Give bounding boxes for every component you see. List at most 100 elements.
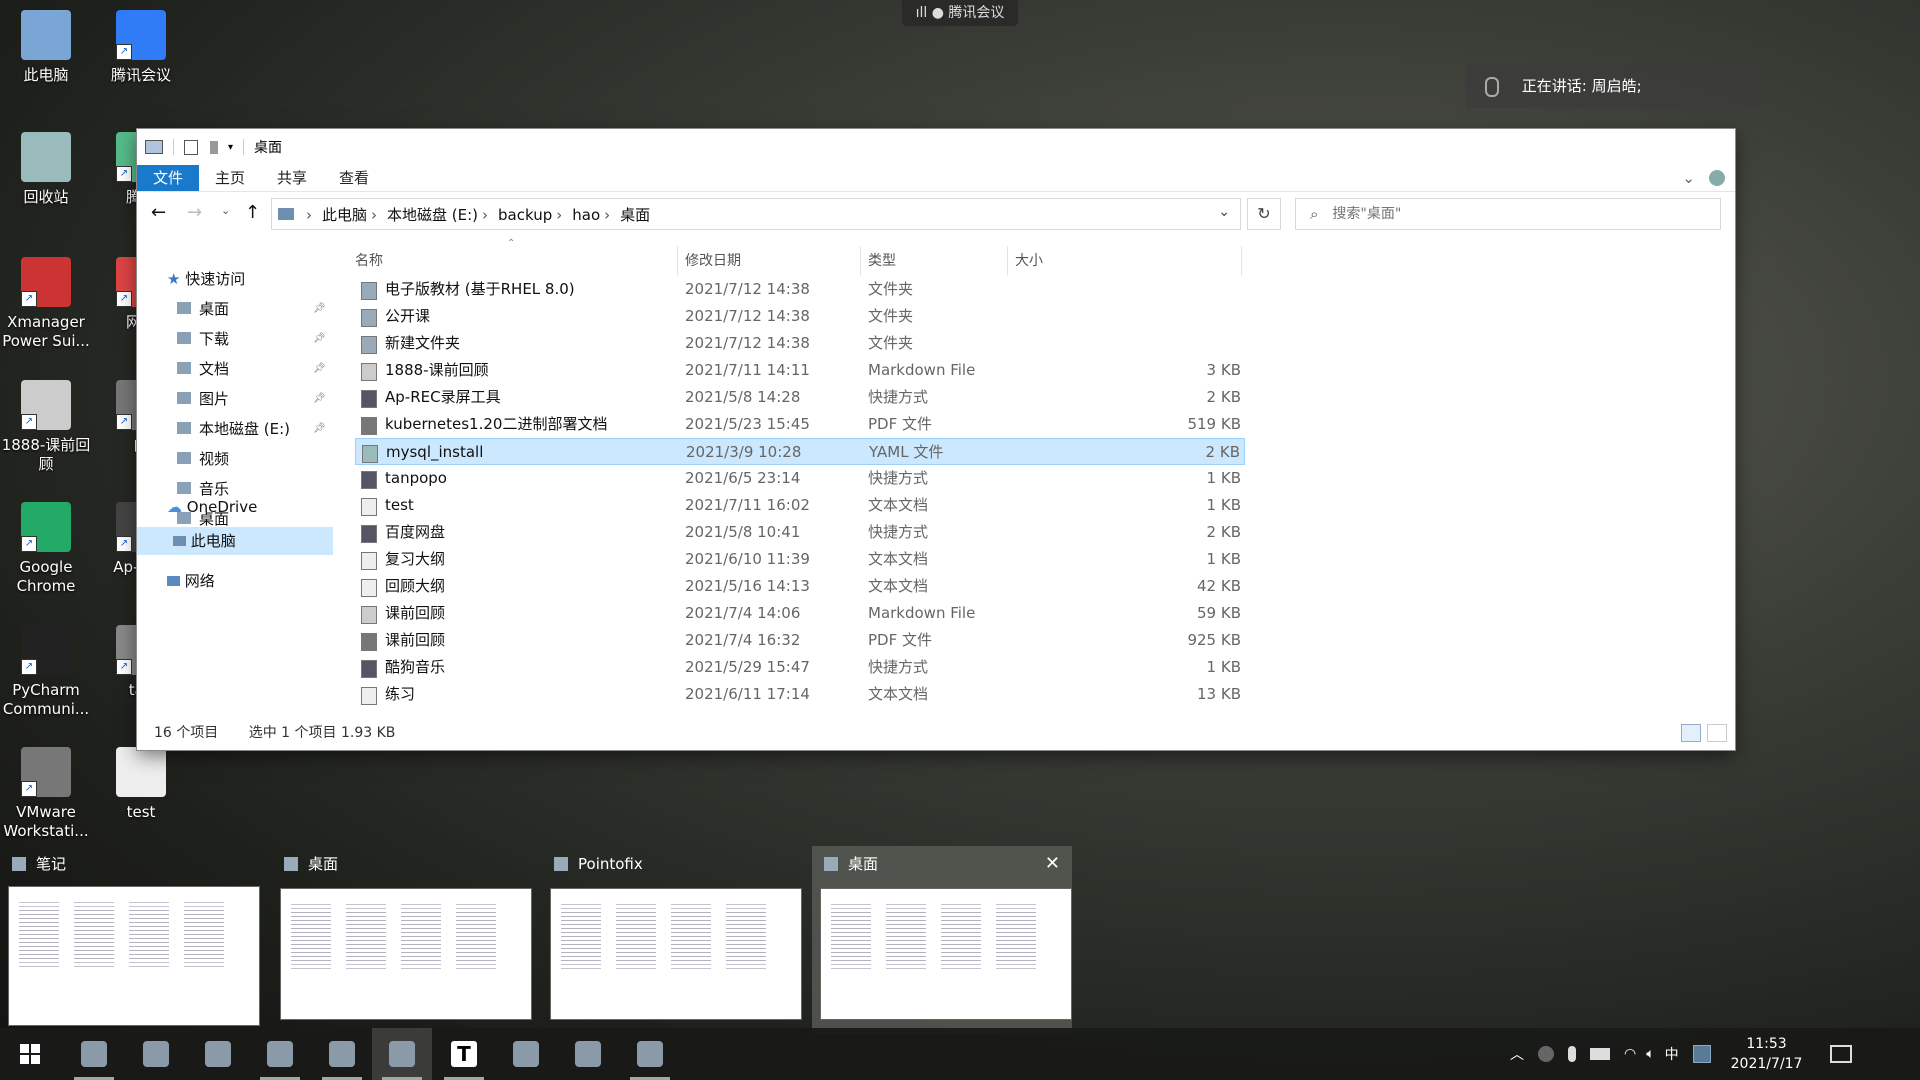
task-view-thumbnail[interactable]: Pointofix: [542, 846, 802, 1034]
nav-onedrive[interactable]: ☁ OneDrive: [167, 493, 257, 521]
nav-item[interactable]: 桌面: [177, 295, 229, 323]
file-row[interactable]: 课前回顾 2021/7/4 16:32 PDF 文件 925 KB: [355, 627, 1245, 654]
quick-toolbar-dropdown-icon[interactable]: ▾: [228, 142, 233, 153]
breadcrumb-item[interactable]: backup: [498, 206, 552, 224]
title-bar[interactable]: ▾ 桌面: [137, 129, 1735, 165]
details-view-icon[interactable]: [1681, 724, 1701, 742]
column-date[interactable]: 修改日期: [685, 246, 741, 276]
desktop-icon-pycharm[interactable]: ↗ PyCharm Communi...: [0, 625, 92, 719]
taskbar-button[interactable]: [372, 1028, 432, 1080]
help-icon[interactable]: [1709, 170, 1725, 186]
nav-item[interactable]: 下载: [177, 325, 229, 353]
desktop-icon-test[interactable]: test: [95, 747, 187, 822]
nav-item[interactable]: 视频: [177, 445, 229, 473]
taskbar-button[interactable]: [496, 1028, 556, 1080]
show-hidden-icons-icon[interactable]: ︿: [1510, 1044, 1524, 1064]
close-icon[interactable]: ✕: [1045, 846, 1060, 882]
task-view-thumbnail[interactable]: 桌面: [272, 846, 532, 1034]
file-row[interactable]: test 2021/7/11 16:02 文本文档 1 KB: [355, 492, 1245, 519]
pin-icon[interactable]: 📌︎: [313, 355, 326, 383]
breadcrumb-separator-icon[interactable]: ›: [604, 206, 610, 224]
taskbar-button[interactable]: [250, 1028, 310, 1080]
desktop-icon-xmanager[interactable]: ↗ Xmanager Power Sui...: [0, 257, 92, 351]
nav-item[interactable]: 本地磁盘 (E:): [177, 415, 290, 443]
file-explorer-window[interactable]: ▾ 桌面 文件 主页 共享 查看 ⌄ ← → ⌄ ↑ › 此电脑 › 本地磁盘 (E:…: [137, 129, 1735, 750]
nav-item[interactable]: 图片: [177, 385, 229, 413]
pin-icon[interactable]: 📌︎: [313, 325, 326, 353]
taskbar-button[interactable]: [64, 1028, 124, 1080]
breadcrumb-separator-icon[interactable]: ›: [482, 206, 488, 224]
breadcrumb-item[interactable]: hao: [572, 206, 600, 224]
taskbar-button[interactable]: [312, 1028, 372, 1080]
taskbar-button[interactable]: [126, 1028, 186, 1080]
pin-icon[interactable]: 📌︎: [313, 385, 326, 413]
nav-network[interactable]: 网络: [167, 567, 215, 595]
new-folder-icon[interactable]: [210, 140, 218, 154]
desktop-icon-recycle-bin[interactable]: 回收站: [0, 132, 92, 207]
taskbar-button[interactable]: [620, 1028, 680, 1080]
nav-this-pc[interactable]: 此电脑: [137, 527, 333, 555]
search-box[interactable]: ⌕: [1295, 198, 1721, 230]
column-size[interactable]: 大小: [1015, 246, 1043, 276]
pin-icon[interactable]: 📌︎: [313, 415, 326, 443]
file-row[interactable]: kubernetes1.20二进制部署文档 2021/5/23 15:45 PDF …: [355, 411, 1245, 438]
breadcrumb-item[interactable]: 此电脑: [322, 206, 367, 224]
column-type[interactable]: 类型: [868, 246, 896, 276]
desktop-icon-note-1888[interactable]: ↗ 1888-课前回顾: [0, 380, 92, 474]
file-row[interactable]: 酷狗音乐 2021/5/29 15:47 快捷方式 1 KB: [355, 654, 1245, 681]
nav-quick-access[interactable]: ★ 快速访问: [167, 265, 245, 293]
recent-locations-icon[interactable]: ⌄: [221, 204, 230, 217]
desktop-icon-google-chrome[interactable]: ↗ Google Chrome: [0, 502, 92, 596]
file-row[interactable]: 复习大纲 2021/6/10 11:39 文本文档 1 KB: [355, 546, 1245, 573]
input-method-icon[interactable]: [1692, 1045, 1711, 1063]
ribbon-expand-icon[interactable]: ⌄: [1682, 165, 1695, 191]
volume-icon[interactable]: 🔈︎: [1646, 1046, 1654, 1062]
tab-share[interactable]: 共享: [261, 165, 323, 191]
file-row[interactable]: 电子版教材 (基于RHEL 8.0) 2021/7/12 14:38 文件夹: [355, 276, 1245, 303]
breadcrumb-separator-icon[interactable]: ›: [306, 206, 312, 224]
search-input[interactable]: [1330, 205, 1695, 223]
microphone-tray-icon[interactable]: [1568, 1046, 1576, 1062]
large-icons-view-icon[interactable]: [1707, 724, 1727, 742]
battery-icon[interactable]: [1590, 1048, 1610, 1060]
nav-item[interactable]: 文档: [177, 355, 229, 383]
desktop-icon-tencent-meeting[interactable]: ↗ 腾讯会议: [95, 10, 187, 85]
tray-app-icon[interactable]: [1538, 1046, 1554, 1062]
desktop-icon-vmware[interactable]: ↗ VMware Workstati...: [0, 747, 92, 841]
refresh-button[interactable]: ↻: [1247, 198, 1281, 230]
file-row[interactable]: 1888-课前回顾 2021/7/11 14:11 Markdown File 3 K…: [355, 357, 1245, 384]
breadcrumb-item[interactable]: 桌面: [620, 206, 650, 224]
up-icon[interactable]: ↑: [245, 202, 260, 223]
tab-view[interactable]: 查看: [323, 165, 385, 191]
properties-icon[interactable]: [184, 139, 198, 155]
ime-indicator[interactable]: 中: [1665, 1044, 1679, 1064]
pin-icon[interactable]: 📌︎: [313, 295, 326, 323]
file-row[interactable]: 公开课 2021/7/12 14:38 文件夹: [355, 303, 1245, 330]
file-row[interactable]: tanpopo 2021/6/5 23:14 快捷方式 1 KB: [355, 465, 1245, 492]
taskbar-button[interactable]: [558, 1028, 618, 1080]
file-row[interactable]: mysql_install 2021/3/9 10:28 YAML 文件 2 KB: [355, 438, 1245, 465]
file-row[interactable]: 百度网盘 2021/5/8 10:41 快捷方式 2 KB: [355, 519, 1245, 546]
file-row[interactable]: 新建文件夹 2021/7/12 14:38 文件夹: [355, 330, 1245, 357]
breadcrumb-separator-icon[interactable]: ›: [371, 206, 377, 224]
file-row[interactable]: 练习 2021/6/11 17:14 文本文档 13 KB: [355, 681, 1245, 708]
file-row[interactable]: Ap-REC录屏工具 2021/5/8 14:28 快捷方式 2 KB: [355, 384, 1245, 411]
meeting-title-bar[interactable]: ıll ● 腾讯会议: [902, 0, 1018, 26]
taskbar-button[interactable]: [188, 1028, 248, 1080]
taskbar-button[interactable]: T: [434, 1028, 494, 1080]
breadcrumb-item[interactable]: 本地磁盘 (E:): [387, 206, 478, 224]
desktop-icon-this-pc[interactable]: 此电脑: [0, 10, 92, 85]
notifications-icon[interactable]: [1830, 1045, 1853, 1063]
address-dropdown-icon[interactable]: ⌄: [1218, 204, 1230, 220]
breadcrumb-separator-icon[interactable]: ›: [556, 206, 562, 224]
file-row[interactable]: 课前回顾 2021/7/4 14:06 Markdown File 59 KB: [355, 600, 1245, 627]
clock[interactable]: 11:53 2021/7/17: [1731, 1034, 1803, 1074]
tab-file[interactable]: 文件: [137, 165, 200, 191]
tab-home[interactable]: 主页: [199, 165, 261, 191]
wifi-icon[interactable]: ◠: [1624, 1046, 1636, 1062]
column-name[interactable]: 名称: [355, 246, 383, 276]
file-row[interactable]: 回顾大纲 2021/5/16 14:13 文本文档 42 KB: [355, 573, 1245, 600]
back-icon[interactable]: ←: [151, 202, 166, 223]
task-view-thumbnail[interactable]: 笔记: [0, 846, 260, 1034]
taskbar-button[interactable]: [0, 1028, 60, 1080]
